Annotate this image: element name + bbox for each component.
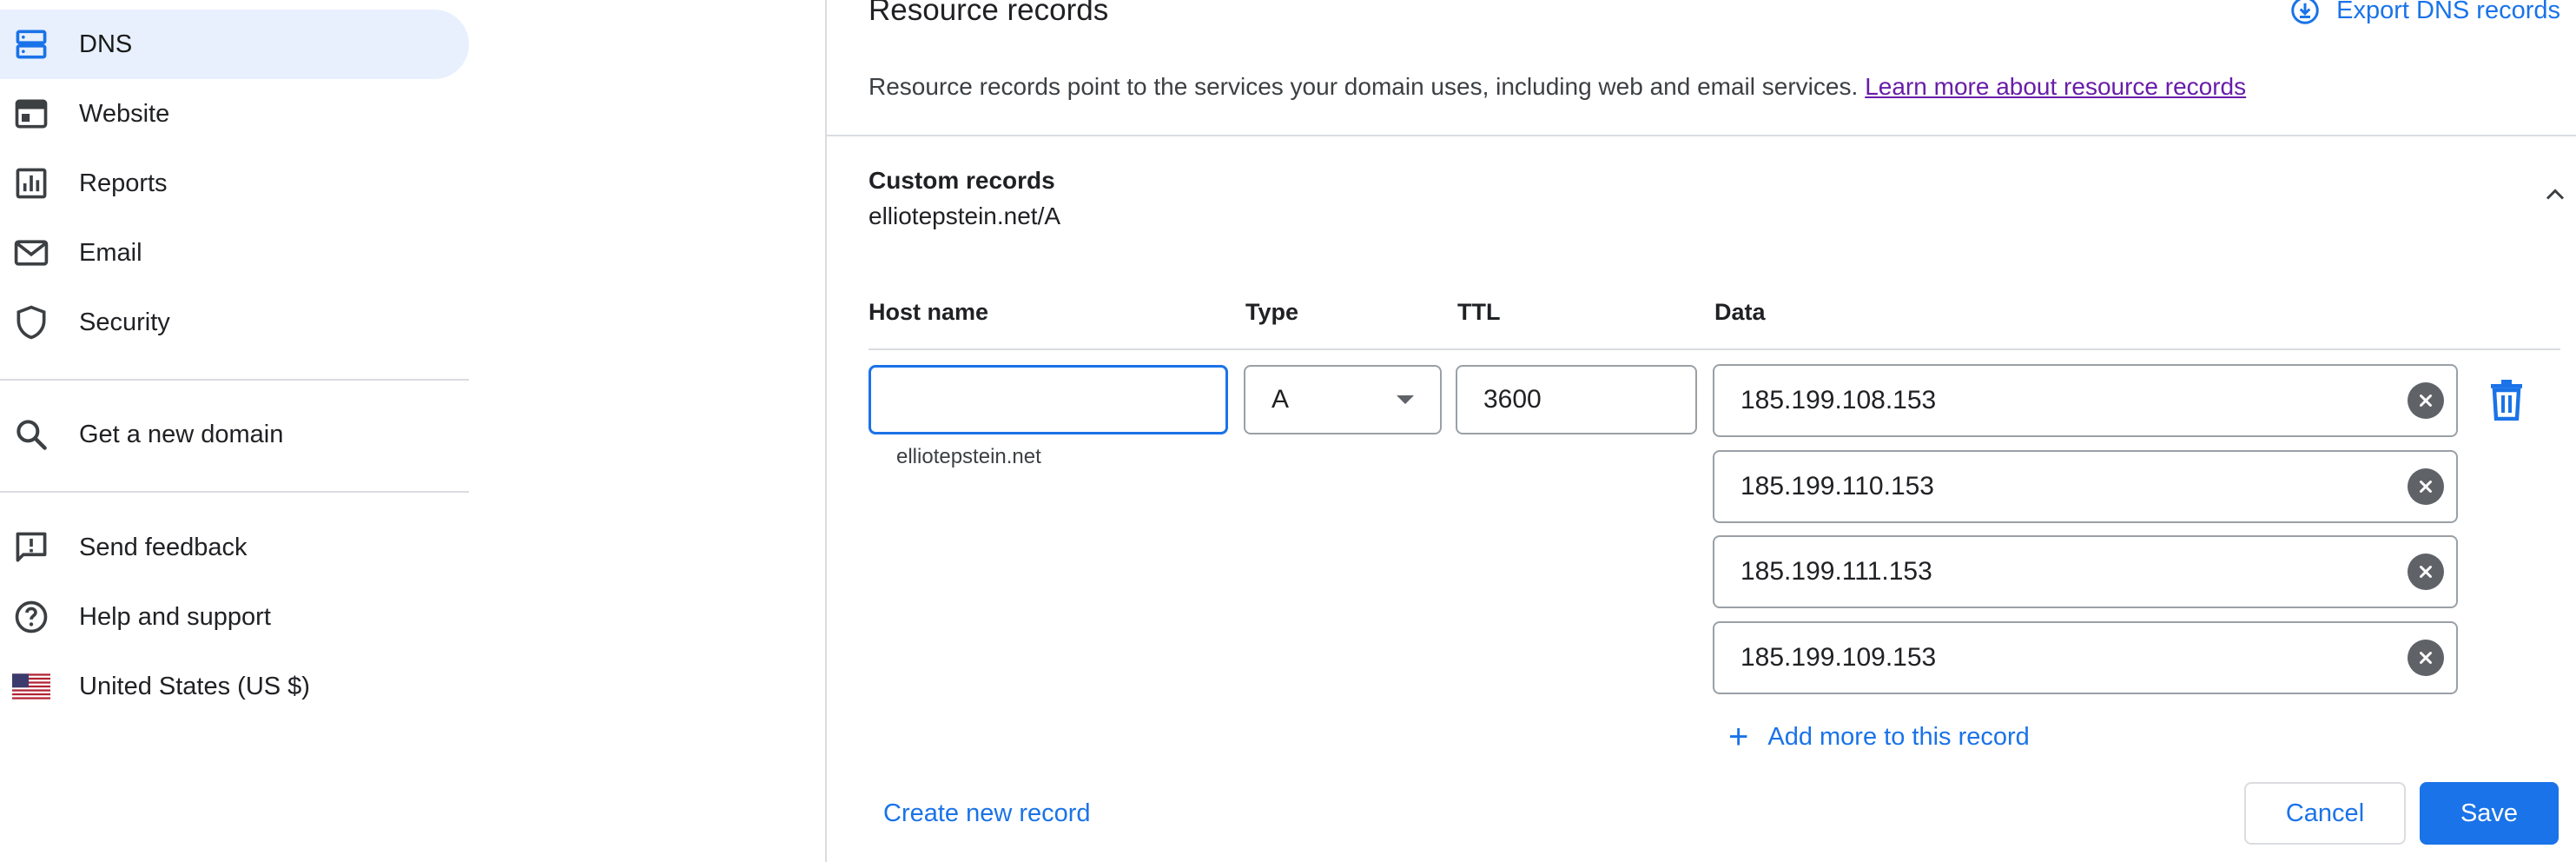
clear-icon[interactable] — [2408, 640, 2444, 676]
trash-icon[interactable] — [2489, 379, 2524, 421]
data-value: 185.199.108.153 — [1740, 386, 1937, 414]
host-name-input[interactable] — [888, 385, 1225, 414]
sidebar-item-label: Send feedback — [79, 533, 248, 561]
download-icon — [2291, 0, 2319, 24]
column-header-ttl: TTL — [1457, 299, 1501, 325]
export-dns-records-link[interactable]: Export DNS records — [2289, 0, 2560, 26]
search-icon — [12, 415, 50, 454]
ttl-input-wrapper: 3600 — [1456, 365, 1697, 434]
sidebar-item-label: Reports — [79, 169, 168, 197]
add-more-label: Add more to this record — [1767, 722, 2030, 751]
feedback-icon — [12, 528, 50, 567]
data-value: 185.199.111.153 — [1740, 557, 1932, 586]
sidebar-item-label: Get a new domain — [79, 420, 284, 448]
sidebar-item-security[interactable]: Security — [0, 288, 469, 357]
caret-down-icon — [1397, 395, 1414, 404]
sidebar-item-dns[interactable]: DNS — [0, 10, 469, 79]
dns-icon — [12, 25, 50, 63]
add-more-to-record-button[interactable]: + Add more to this record — [1728, 719, 2030, 754]
plus-icon: + — [1728, 718, 1749, 756]
type-select[interactable]: A — [1244, 365, 1442, 434]
sidebar-item-get-domain[interactable]: Get a new domain — [0, 400, 469, 469]
page-title: Resource records — [869, 0, 1109, 27]
main-panel: Resource records Export DNS records Reso… — [827, 0, 2576, 862]
host-name-input-wrapper — [869, 365, 1228, 434]
section-divider — [827, 135, 2576, 136]
shield-icon — [12, 303, 50, 341]
table-header-divider — [869, 348, 2560, 350]
sidebar: DNS Website Reports Email Security Get a… — [0, 0, 825, 862]
email-icon — [12, 234, 50, 272]
website-icon — [12, 95, 50, 133]
sidebar-divider — [0, 379, 469, 381]
sidebar-item-label: United States (US $) — [79, 672, 310, 700]
custom-records-subtitle: elliotepstein.net/A — [869, 202, 1061, 229]
export-label: Export DNS records — [2336, 0, 2560, 24]
sidebar-item-label: Security — [79, 308, 170, 336]
clear-icon[interactable] — [2408, 468, 2444, 505]
sidebar-item-label: Help and support — [79, 602, 271, 631]
sidebar-item-label: Website — [79, 99, 170, 128]
data-field[interactable]: 185.199.110.153 — [1713, 450, 2458, 523]
ttl-input[interactable]: 3600 — [1483, 385, 1542, 414]
clear-icon[interactable] — [2408, 554, 2444, 590]
reports-icon — [12, 164, 50, 202]
us-flag-icon — [12, 667, 50, 706]
sidebar-item-locale[interactable]: United States (US $) — [0, 652, 469, 721]
column-header-host: Host name — [869, 299, 989, 325]
data-value: 185.199.109.153 — [1740, 643, 1937, 672]
data-field[interactable]: 185.199.111.153 — [1713, 535, 2458, 608]
sidebar-item-label: DNS — [79, 30, 133, 58]
column-header-type: Type — [1245, 299, 1299, 325]
data-field[interactable]: 185.199.108.153 — [1713, 364, 2458, 437]
save-button[interactable]: Save — [2420, 782, 2559, 845]
type-value: A — [1271, 385, 1290, 414]
cancel-button[interactable]: Cancel — [2244, 782, 2406, 845]
host-name-hint: elliotepstein.net — [896, 445, 1041, 468]
column-header-data: Data — [1714, 299, 1766, 325]
sidebar-item-label: Email — [79, 238, 142, 267]
create-new-record-button[interactable]: Create new record — [883, 799, 1091, 828]
chevron-up-icon[interactable] — [2540, 179, 2571, 210]
sidebar-item-website[interactable]: Website — [0, 79, 469, 149]
clear-icon[interactable] — [2408, 382, 2444, 419]
sidebar-item-reports[interactable]: Reports — [0, 149, 469, 218]
sidebar-item-help[interactable]: Help and support — [0, 582, 469, 652]
data-field[interactable]: 185.199.109.153 — [1713, 621, 2458, 694]
description: Resource records point to the services y… — [869, 73, 2246, 101]
data-value: 185.199.110.153 — [1740, 472, 1934, 501]
description-text: Resource records point to the services y… — [869, 73, 1859, 100]
sidebar-divider — [0, 491, 469, 493]
learn-more-link[interactable]: Learn more about resource records — [1865, 73, 2246, 100]
custom-records-title: Custom records — [869, 167, 1055, 194]
sidebar-item-send-feedback[interactable]: Send feedback — [0, 513, 469, 582]
help-icon — [12, 598, 50, 636]
sidebar-item-email[interactable]: Email — [0, 218, 469, 288]
